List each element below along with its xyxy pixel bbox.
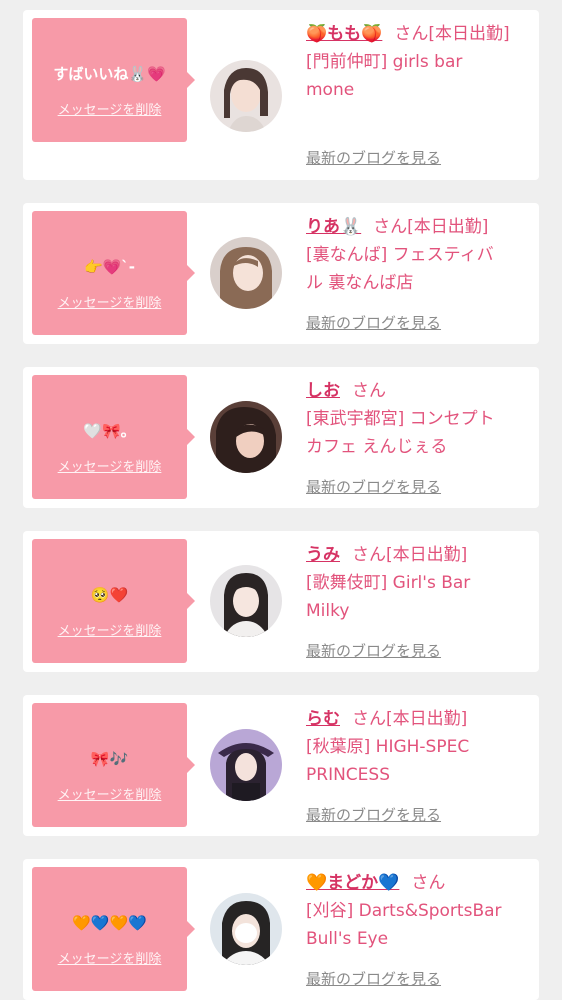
message-text: 🥺❤️ <box>90 586 129 604</box>
user-name-link[interactable]: りあ🐰 <box>306 217 361 237</box>
attendance-status: [本日出勤] <box>407 217 489 237</box>
honorific: さん <box>411 873 446 893</box>
shop-line: カフェ えんじぇる <box>306 437 448 457</box>
user-name-link[interactable]: しお <box>306 381 340 401</box>
latest-blog-link[interactable]: 最新のブログを見る <box>306 476 441 497</box>
attendance-status: [本日出勤] <box>428 24 510 44</box>
user-name-link[interactable]: 🧡まどか💙 <box>306 873 399 893</box>
name-line: 🍑もも🍑 さん[本日出勤] <box>306 20 524 48</box>
name-line: らむ さん[本日出勤] <box>306 705 524 733</box>
avatar[interactable] <box>210 729 282 801</box>
profile-photo-icon <box>210 893 282 965</box>
honorific: さん <box>352 381 386 401</box>
info-block: 🍑もも🍑 さん[本日出勤] [門前仲町] girls bar mone <box>306 20 524 104</box>
latest-blog-link[interactable]: 最新のブログを見る <box>306 968 441 989</box>
avatar[interactable] <box>210 60 282 132</box>
info-block: 🧡まどか💙 さん [刈谷] Darts&SportsBar Bull's Eye <box>306 869 524 953</box>
latest-blog-link[interactable]: 最新のブログを見る <box>306 804 441 825</box>
user-name-link[interactable]: 🍑もも🍑 <box>306 24 382 44</box>
message-bubble: すばいいね🐰💗 メッセージを削除 <box>32 18 195 142</box>
info-block: らむ さん[本日出勤] [秋葉原] HIGH-SPEC PRINCESS <box>306 705 524 789</box>
delete-message-link[interactable]: メッセージを削除 <box>32 102 187 119</box>
honorific: さん <box>394 24 429 44</box>
honorific: さん <box>352 709 386 729</box>
attendance-status: [本日出勤] <box>386 709 468 729</box>
message-card: 🎀🎶 メッセージを削除 らむ さん[本日出勤] [秋葉原] HIGH-SPEC P… <box>23 695 539 836</box>
delete-message-link[interactable]: メッセージを削除 <box>32 295 187 312</box>
delete-message-link[interactable]: メッセージを削除 <box>32 951 187 968</box>
avatar[interactable] <box>210 565 282 637</box>
message-card: 🤍🎀。 メッセージを削除 しお さん [東武宇都宮] コンセプト カフェ えんじぇ… <box>23 367 539 508</box>
honorific: さん <box>352 545 386 565</box>
message-card: 👉💗`- メッセージを削除 りあ🐰 さん[本日出勤] [裏なんば] フェスティバ … <box>23 203 539 344</box>
name-line: 🧡まどか💙 さん <box>306 869 524 897</box>
message-bubble: 🎀🎶 メッセージを削除 <box>32 703 195 827</box>
message-bubble: 👉💗`- メッセージを削除 <box>32 211 195 335</box>
profile-photo-icon <box>210 237 282 309</box>
message-text: 🤍🎀。 <box>83 422 136 440</box>
latest-blog-link[interactable]: 最新のブログを見る <box>306 312 441 333</box>
message-list: すばいいね🐰💗 メッセージを削除 🍑もも🍑 さん[本日出勤] [門前仲町] gir… <box>0 0 562 1000</box>
profile-photo-icon <box>210 729 282 801</box>
attendance-status: [本日出勤] <box>386 545 468 565</box>
profile-photo-icon <box>210 565 282 637</box>
delete-message-link[interactable]: メッセージを削除 <box>32 459 187 476</box>
delete-message-link[interactable]: メッセージを削除 <box>32 787 187 804</box>
shop-line: [東武宇都宮] コンセプト <box>306 409 495 429</box>
name-line: しお さん <box>306 377 524 405</box>
honorific: さん <box>373 217 408 237</box>
message-card: 🥺❤️ メッセージを削除 うみ さん[本日出勤] [歌舞伎町] Girl's Ba… <box>23 531 539 672</box>
shop-line: [裏なんば] フェスティバ <box>306 245 494 265</box>
latest-blog-link[interactable]: 最新のブログを見る <box>306 147 441 168</box>
shop-line: Milky <box>306 601 350 621</box>
shop-line: mone <box>306 80 355 100</box>
message-text: すばいいね🐰💗 <box>53 65 166 83</box>
message-bubble: 🧡💙🧡💙 メッセージを削除 <box>32 867 195 991</box>
name-line: うみ さん[本日出勤] <box>306 541 524 569</box>
shop-line: [秋葉原] HIGH-SPEC <box>306 737 470 757</box>
message-bubble: 🥺❤️ メッセージを削除 <box>32 539 195 663</box>
avatar[interactable] <box>210 401 282 473</box>
avatar[interactable] <box>210 237 282 309</box>
shop-line: [門前仲町] girls bar <box>306 52 463 72</box>
message-card: 🧡💙🧡💙 メッセージを削除 🧡まどか💙 さん [刈谷] Darts&SportsB… <box>23 859 539 1000</box>
message-card: すばいいね🐰💗 メッセージを削除 🍑もも🍑 さん[本日出勤] [門前仲町] gir… <box>23 10 539 180</box>
shop-line: [歌舞伎町] Girl's Bar <box>306 573 471 593</box>
delete-message-link[interactable]: メッセージを削除 <box>32 623 187 640</box>
user-name-link[interactable]: らむ <box>306 709 340 729</box>
shop-line: ル 裏なんば店 <box>306 273 414 293</box>
shop-line: PRINCESS <box>306 765 390 785</box>
info-block: しお さん [東武宇都宮] コンセプト カフェ えんじぇる <box>306 377 524 461</box>
message-bubble: 🤍🎀。 メッセージを削除 <box>32 375 195 499</box>
message-text: 🎀🎶 <box>90 750 129 768</box>
shop-line: Bull's Eye <box>306 929 389 949</box>
info-block: うみ さん[本日出勤] [歌舞伎町] Girl's Bar Milky <box>306 541 524 625</box>
message-text: 👉💗`- <box>83 258 136 276</box>
profile-photo-icon <box>210 60 282 132</box>
latest-blog-link[interactable]: 最新のブログを見る <box>306 640 441 661</box>
avatar[interactable] <box>210 893 282 965</box>
profile-photo-icon <box>210 401 282 473</box>
name-line: りあ🐰 さん[本日出勤] <box>306 213 524 241</box>
message-text: 🧡💙🧡💙 <box>72 914 147 932</box>
shop-line: [刈谷] Darts&SportsBar <box>306 901 502 921</box>
user-name-link[interactable]: うみ <box>306 545 340 565</box>
info-block: りあ🐰 さん[本日出勤] [裏なんば] フェスティバ ル 裏なんば店 <box>306 213 524 297</box>
